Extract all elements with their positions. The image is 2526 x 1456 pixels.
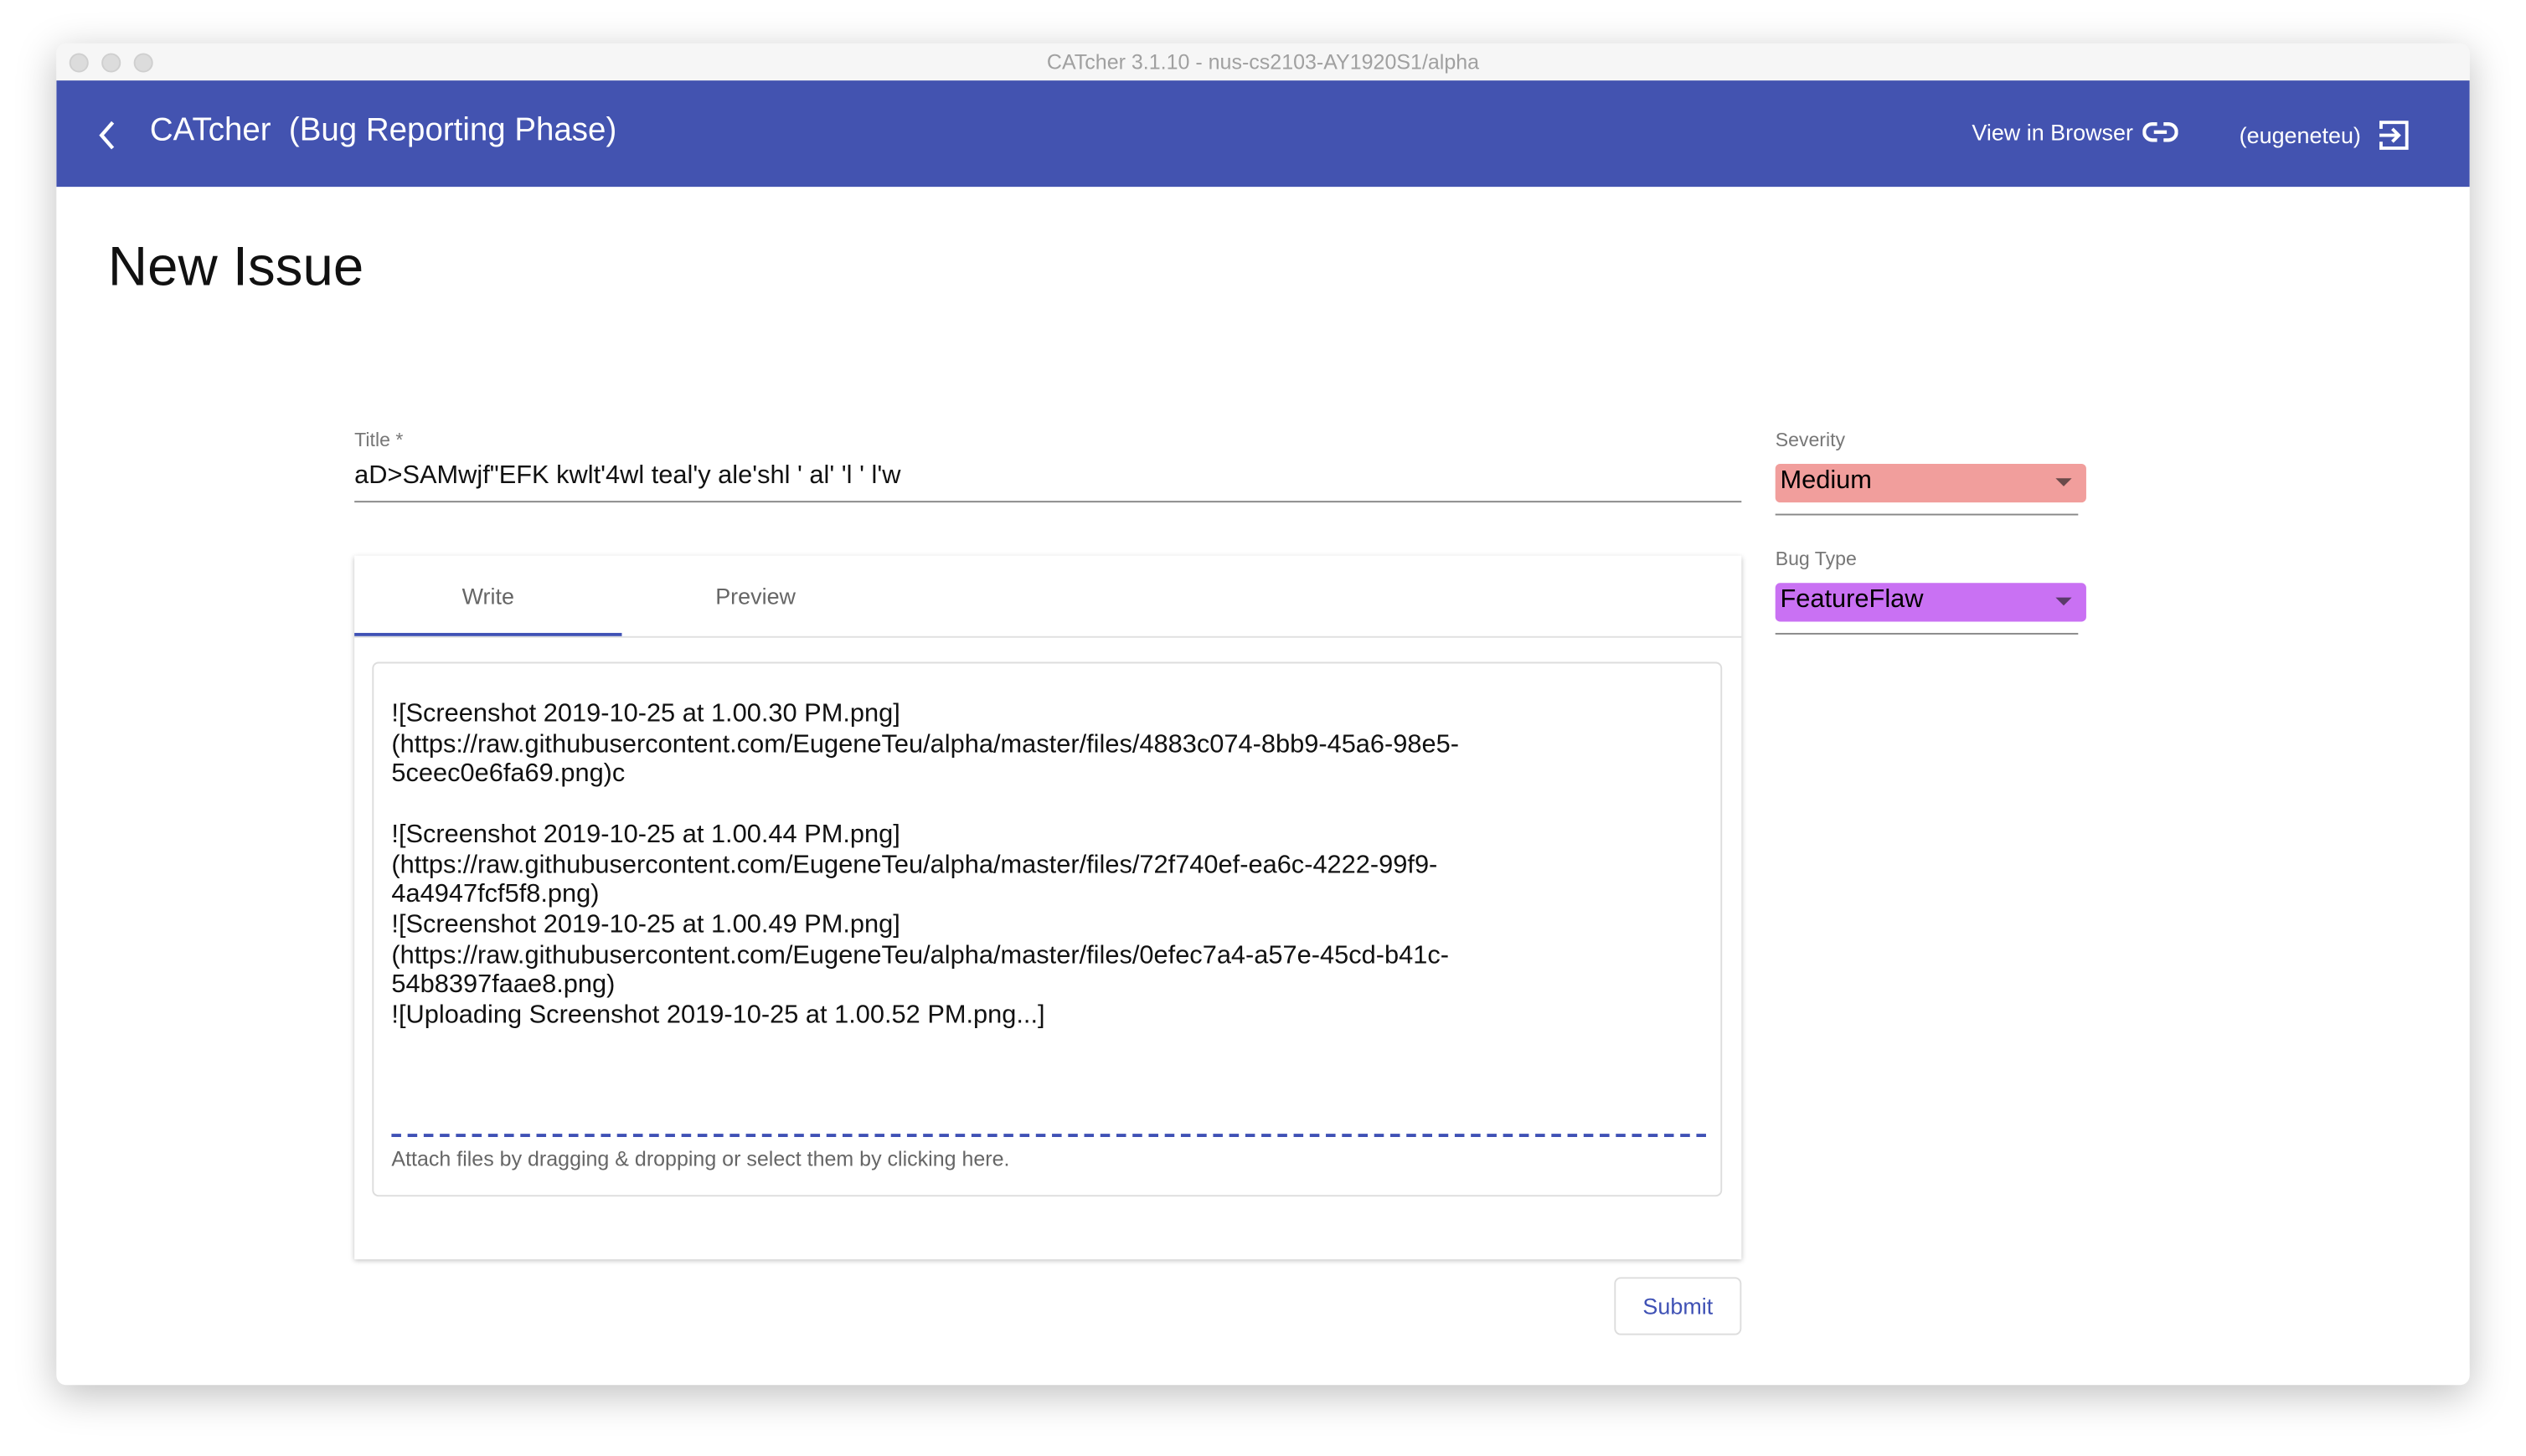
title-label: Title * [354,428,404,451]
page-title: New Issue [107,236,364,298]
app-toolbar: CATcher (Bug Reporting Phase) View in Br… [56,80,2470,188]
tab-write[interactable]: Write [354,556,622,636]
view-in-browser-label: View in Browser [1972,119,2133,146]
app-window: CATcher 3.1.10 - nus-cs2103-AY1920S1/alp… [56,43,2470,1386]
tab-preview[interactable]: Preview [621,556,889,636]
window-titlebar: CATcher 3.1.10 - nus-cs2103-AY1920S1/alp… [56,43,2470,83]
bug-type-label: Bug Type [1775,547,1857,570]
bug-type-select[interactable]: FeatureFlaw [1775,583,2086,622]
description-textarea[interactable]: ![Screenshot 2019-10-25 at 1.00.30 PM.pn… [372,661,1723,1197]
attach-files-hint[interactable]: Attach files by dragging & dropping or s… [391,1147,1009,1171]
logout-button[interactable]: (eugeneteu) [2240,119,2410,151]
link-icon [2142,121,2178,142]
submit-button[interactable]: Submit [1614,1277,1742,1335]
description-text[interactable]: ![Screenshot 2019-10-25 at 1.00.30 PM.pn… [391,701,1680,1032]
severity-label: Severity [1775,428,1846,451]
severity-underline [1775,513,2079,516]
editor-tabs: Write Preview [354,556,1742,638]
logout-icon [2379,121,2408,150]
description-card: Write Preview ![Screenshot 2019-10-25 at… [354,555,1742,1260]
username: (eugeneteu) [2239,122,2361,148]
bug-type-underline [1775,632,2079,635]
severity-value: Medium [1780,466,1872,495]
dropdown-arrow-icon [2055,597,2072,606]
view-in-browser-button[interactable]: View in Browser [1972,119,2178,145]
window-title: CATcher 3.1.10 - nus-cs2103-AY1920S1/alp… [1046,49,1480,75]
dropdown-arrow-icon [2055,478,2072,486]
app-title: CATcher (Bug Reporting Phase) [149,112,617,148]
drop-zone-divider [391,1134,1706,1137]
severity-select[interactable]: Medium [1775,463,2086,503]
bug-type-value: FeatureFlaw [1780,586,1924,614]
back-chevron-icon[interactable] [98,119,117,151]
title-input[interactable] [354,462,1742,503]
